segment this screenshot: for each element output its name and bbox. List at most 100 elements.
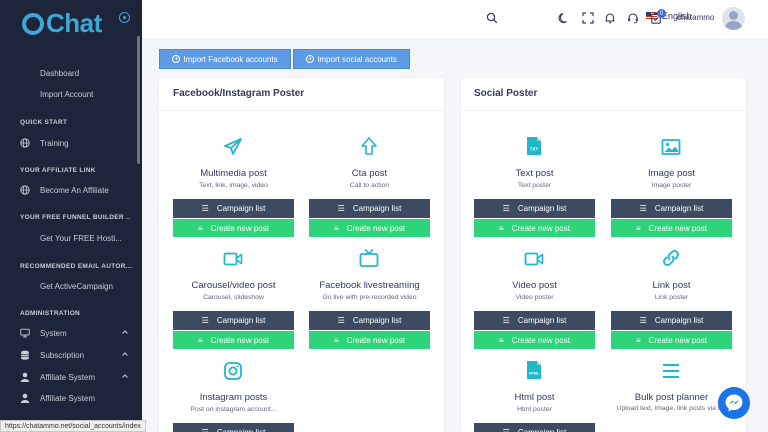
sidebar-item-label: Affiliate System [40, 372, 95, 382]
sidebar-item-label: Training [40, 138, 69, 148]
top-navbar: English 0 chatammo [142, 0, 768, 38]
user-icon [20, 393, 30, 403]
add-list-icon: ≡ [198, 223, 203, 233]
campaign-list-button[interactable]: ☰ Campaign list [173, 311, 294, 330]
sidebar-item-affiliate-system-2[interactable]: Affiliate System [0, 388, 134, 408]
sidebar-item-dashboard[interactable]: Dashboard [0, 63, 134, 83]
button-label: Campaign list [216, 204, 266, 213]
user-icon [20, 372, 30, 382]
txt-file-icon: TXT [527, 137, 541, 155]
app-name: Chat [46, 8, 102, 38]
monitor-icon [20, 328, 30, 338]
create-new-post-button[interactable]: ≡ Create new post [474, 219, 595, 237]
campaign-list-button[interactable]: ☰ Campaign list [173, 199, 294, 218]
sidebar-toggle-icon[interactable] [119, 12, 130, 23]
button-label: Create new post [511, 335, 570, 345]
app-logo[interactable]: Chat [22, 8, 102, 39]
logo-mark [22, 12, 44, 35]
section-heading-email-autoresponder: RECOMMENDED EMAIL AUTOR... [20, 263, 133, 270]
browser-status-bar: https://chatammo.net/social_accounts/ind… [0, 420, 146, 432]
campaign-list-button[interactable]: ☰ Campaign list [309, 311, 430, 330]
search-icon[interactable] [486, 12, 498, 24]
item-title: Html post [514, 392, 555, 403]
import-social-accounts-button[interactable]: + Import social accounts [293, 49, 410, 69]
sidebar-item-training[interactable]: Training [0, 133, 134, 153]
headset-icon[interactable] [627, 12, 639, 24]
sidebar-item-label: System [40, 328, 67, 338]
sidebar-item-become-affiliate[interactable]: Become An Affiliate [0, 180, 134, 200]
svg-text:TXT: TXT [530, 147, 539, 152]
sidebar-scrollbar[interactable] [137, 36, 140, 164]
campaign-list-button[interactable]: ☰ Campaign list [474, 423, 595, 432]
campaign-list-button[interactable]: ☰ Campaign list [474, 311, 595, 330]
button-label: Create new post [210, 335, 269, 345]
create-new-post-button[interactable]: ≡ Create new post [173, 219, 294, 237]
facebook-instagram-poster-card: Facebook/Instagram Poster Multimedia pos… [159, 78, 444, 432]
campaign-list-button[interactable]: ☰ Campaign list [474, 199, 595, 218]
campaign-list-button[interactable]: ☰ Campaign list [611, 199, 732, 218]
create-new-post-button[interactable]: ≡ Create new post [611, 219, 732, 237]
card-title: Facebook/Instagram Poster [173, 88, 305, 99]
create-new-post-button[interactable]: ≡ Create new post [474, 331, 595, 349]
divider [159, 110, 444, 111]
username[interactable]: chatammo [677, 13, 714, 22]
campaign-list-button[interactable]: ☰ Campaign list [611, 311, 732, 330]
item-subtitle: Image poster [651, 182, 692, 189]
svg-text:HTML: HTML [529, 372, 540, 376]
section-heading-funnel-builder: YOUR FREE FUNNEL BUILDER .. [20, 214, 131, 221]
chevron-up-icon [122, 374, 128, 378]
item-subtitle: Html poster [517, 406, 552, 413]
sidebar-item-affiliate-system[interactable]: Affiliate System [0, 367, 134, 387]
sidebar-item-activecampaign[interactable]: Get ActiveCampaign [0, 276, 134, 296]
sidebar-item-free-hosting[interactable]: Get Your FREE Hosti... [0, 228, 134, 248]
list-icon: ☰ [502, 316, 510, 325]
item-subtitle: Upload text, image, link posts via file [616, 405, 727, 412]
avatar[interactable] [722, 7, 745, 30]
create-new-post-button[interactable]: ≡ Create new post [611, 331, 732, 349]
sidebar-item-label: Dashboard [40, 68, 80, 78]
add-list-icon: ≡ [636, 223, 641, 233]
add-list-icon: ≡ [636, 335, 641, 345]
item-title: Text post [515, 168, 554, 179]
item-subtitle: Carousel, slideshow [203, 294, 264, 301]
fullscreen-icon[interactable] [582, 12, 594, 24]
create-new-post-button[interactable]: ≡ Create new post [173, 331, 294, 349]
plus-circle-icon: + [306, 55, 315, 63]
list-icon: ☰ [639, 204, 647, 213]
button-label: Create new post [346, 335, 405, 345]
add-list-icon: ≡ [499, 223, 504, 233]
sidebar-item-import-account[interactable]: Import Account [0, 84, 134, 104]
button-label: Campaign list [217, 428, 265, 432]
list-icon [663, 364, 679, 378]
video-icon [223, 252, 243, 266]
create-new-post-button[interactable]: ≡ Create new post [309, 219, 430, 237]
chevron-up-icon [122, 352, 128, 356]
bell-icon[interactable] [604, 12, 616, 24]
button-label: Create new post [648, 223, 707, 233]
section-heading-administration: ADMINISTRATION [20, 310, 81, 317]
sidebar-item-subscription[interactable]: Subscription [0, 345, 134, 365]
moon-icon[interactable] [558, 12, 570, 24]
messenger-chat-button[interactable] [718, 387, 750, 419]
item-title: Link post [652, 280, 691, 291]
status-url: https://chatammo.net/social_accounts/ind… [5, 422, 141, 430]
notification-badge: 0 [657, 9, 666, 18]
sidebar: Chat Dashboard Import Account QUICK STAR… [0, 0, 142, 432]
sidebar-item-system[interactable]: System [0, 323, 134, 343]
campaign-list-button[interactable]: ☰ Campaign list [309, 199, 430, 218]
create-new-post-button[interactable]: ≡ Create new post [309, 331, 430, 349]
item-subtitle: Go live with pre-recorded video [322, 294, 417, 301]
button-label: Campaign list [352, 316, 402, 325]
list-icon: ☰ [337, 316, 345, 325]
sidebar-item-label: Affiliate System [40, 393, 95, 403]
list-icon: ☰ [201, 316, 209, 325]
item-subtitle: Text, link, image, video [199, 182, 268, 189]
video-icon [524, 252, 544, 266]
item-title: Carousel/video post [191, 280, 276, 291]
campaign-list-button[interactable]: ☰ Campaign list [173, 423, 294, 432]
item-title: Facebook livestreaming [319, 280, 420, 291]
import-facebook-accounts-button[interactable]: + Import Facebook accounts [159, 49, 291, 69]
item-title: Video post [512, 280, 557, 291]
html-file-icon: HTML [527, 361, 541, 379]
button-label: Campaign list [216, 316, 266, 325]
